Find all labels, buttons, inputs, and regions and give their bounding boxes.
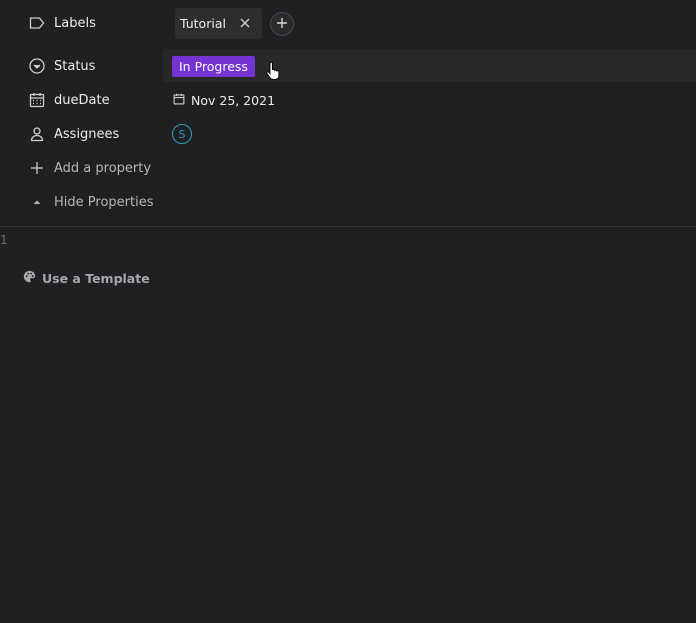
property-label-assignees: Assignees [54, 126, 120, 142]
label-chip-tutorial[interactable]: Tutorial [175, 7, 262, 39]
property-key-assignees[interactable]: Assignees [28, 117, 119, 151]
plus-icon [277, 17, 287, 31]
use-template-button[interactable]: Use a Template [23, 270, 150, 286]
plus-icon [28, 159, 46, 177]
hand-cursor-icon [266, 61, 280, 84]
property-key-labels[interactable]: Labels [28, 6, 96, 40]
add-property-row: Add a property [0, 151, 696, 185]
property-row-status: Status In Progress [0, 49, 696, 83]
use-template-label: Use a Template [42, 270, 150, 286]
properties-divider [0, 226, 696, 227]
avatar[interactable]: S [172, 124, 192, 144]
add-property-button[interactable]: Add a property [28, 151, 151, 185]
due-date-text: Nov 25, 2021 [191, 92, 276, 108]
property-label-labels: Labels [54, 15, 96, 31]
chevron-down-circle-icon [28, 57, 46, 75]
palette-icon [23, 270, 36, 286]
hide-properties-row: Hide Properties [0, 185, 696, 219]
person-icon [28, 125, 46, 143]
hide-properties-label: Hide Properties [54, 194, 154, 210]
labels-value: Tutorial [164, 6, 262, 40]
add-label-button[interactable] [270, 12, 294, 36]
calendar-icon [28, 91, 46, 109]
property-label-status: Status [54, 58, 96, 74]
properties-panel: Labels Tutorial Status In Progress dueDa… [0, 0, 696, 227]
due-date-value[interactable]: Nov 25, 2021 [164, 83, 275, 117]
label-chip-text: Tutorial [180, 15, 226, 31]
assignees-value[interactable]: S [164, 117, 192, 151]
status-value[interactable]: In Progress [164, 49, 255, 83]
add-property-label: Add a property [54, 160, 152, 176]
property-row-due-date: dueDate Nov 25, 2021 [0, 83, 696, 117]
status-badge[interactable]: In Progress [172, 55, 255, 77]
editor-line-number: 1 [0, 233, 8, 247]
close-icon[interactable] [240, 16, 250, 31]
hide-properties-button[interactable]: Hide Properties [28, 185, 153, 219]
property-key-status[interactable]: Status [28, 49, 95, 83]
property-label-due-date: dueDate [54, 92, 110, 108]
calendar-small-icon [173, 93, 185, 108]
property-row-labels: Labels Tutorial [0, 6, 696, 40]
property-row-assignees: Assignees S [0, 117, 696, 151]
label-tag-icon [28, 14, 46, 32]
due-date-display[interactable]: Nov 25, 2021 [173, 93, 275, 108]
caret-up-icon [28, 193, 46, 211]
property-key-due-date[interactable]: dueDate [28, 83, 110, 117]
